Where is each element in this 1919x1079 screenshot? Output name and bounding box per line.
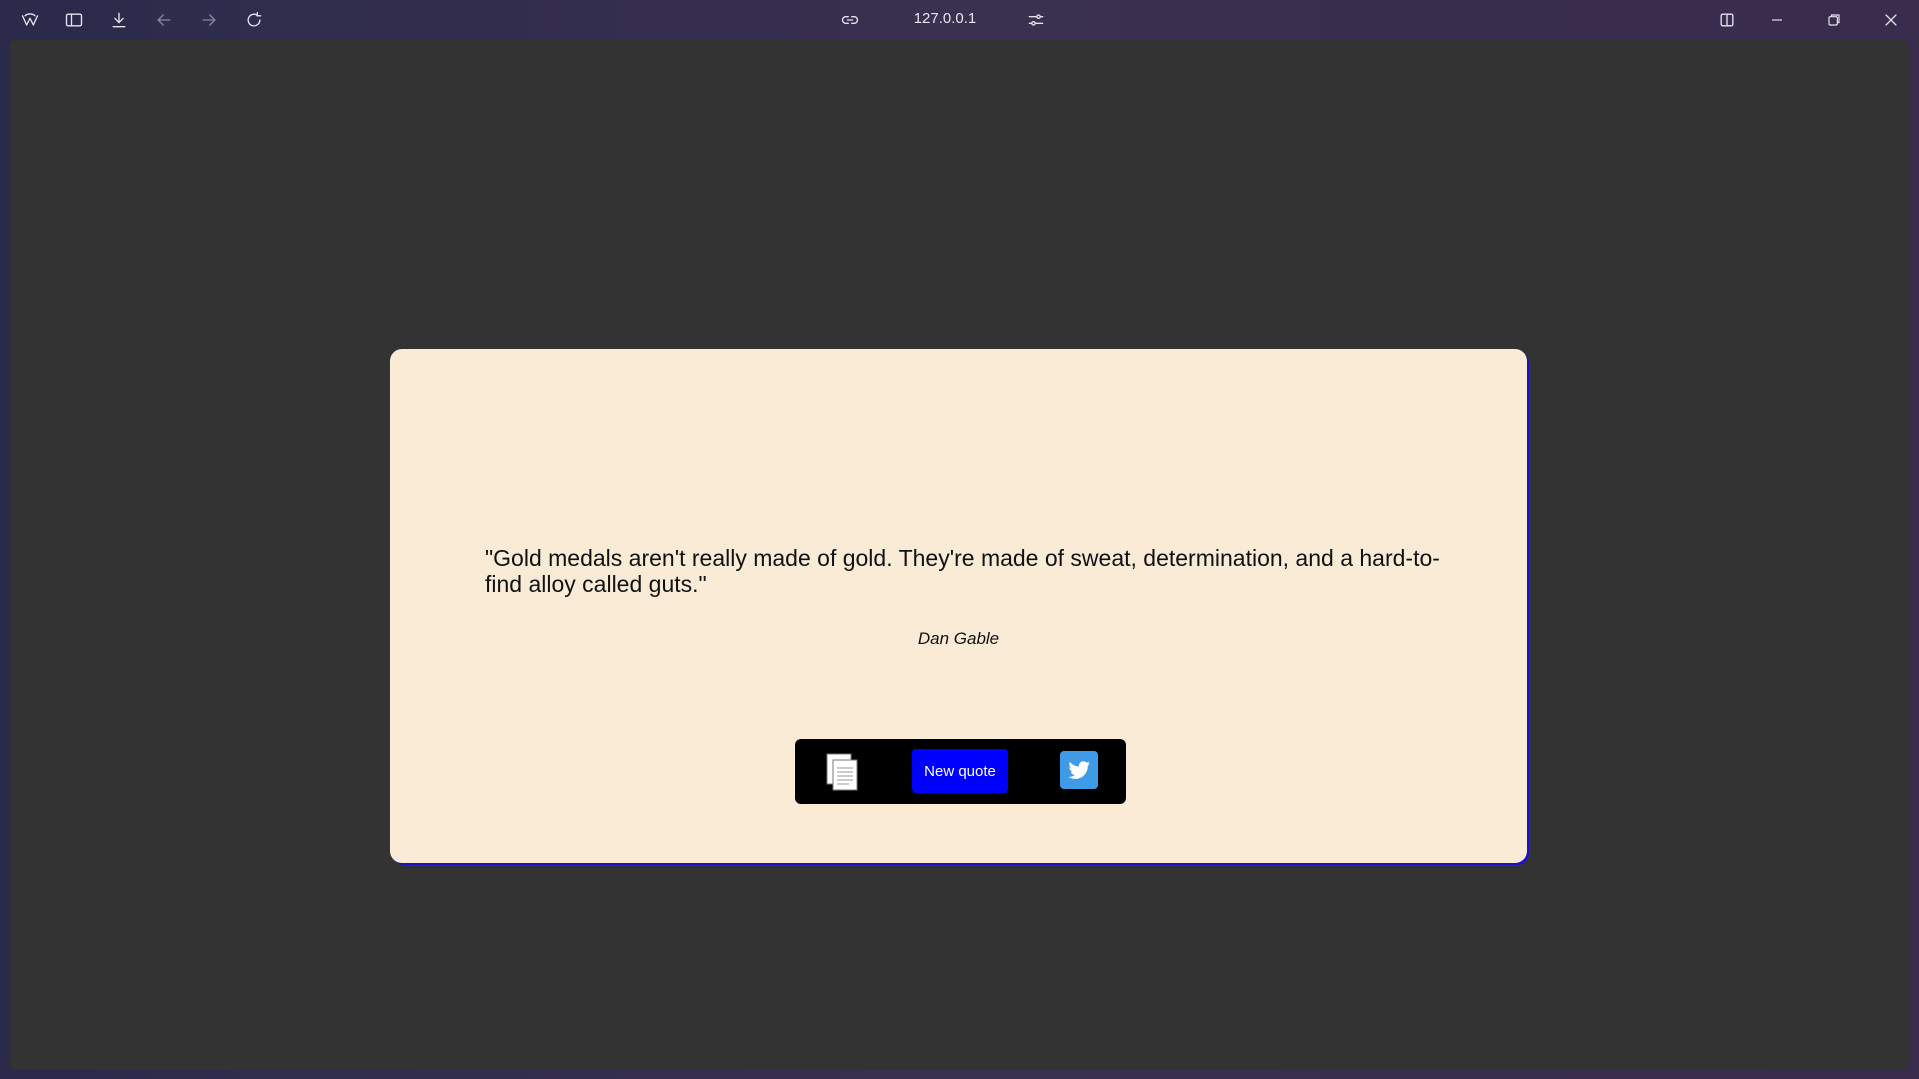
new-quote-button[interactable]: New quote — [912, 749, 1008, 793]
url-display[interactable]: 127.0.0.1 — [895, 10, 995, 27]
sidebar-toggle-icon[interactable] — [62, 8, 86, 32]
action-bar: New quote — [795, 739, 1126, 804]
copy-icon[interactable] — [825, 752, 861, 792]
download-icon[interactable] — [107, 8, 131, 32]
reload-icon[interactable] — [242, 8, 266, 32]
split-view-icon[interactable] — [1715, 8, 1739, 32]
close-icon[interactable] — [1879, 8, 1903, 32]
quote-author: Dan Gable — [917, 629, 1000, 648]
page-viewport: "Gold medals aren't really made of gold.… — [10, 40, 1909, 1070]
twitter-icon[interactable] — [1060, 751, 1098, 789]
restore-icon[interactable] — [1822, 8, 1846, 32]
quote-card: "Gold medals aren't really made of gold.… — [390, 349, 1527, 863]
minimize-icon[interactable] — [1765, 8, 1789, 32]
link-icon[interactable] — [838, 8, 862, 32]
back-arrow-icon[interactable] — [152, 8, 176, 32]
forward-arrow-icon[interactable] — [197, 8, 221, 32]
browser-logo-icon[interactable] — [18, 8, 42, 32]
quote-text: "Gold medals aren't really made of gold.… — [485, 545, 1440, 597]
browser-toolbar: 127.0.0.1 — [0, 0, 1919, 40]
sliders-icon[interactable] — [1024, 8, 1048, 32]
